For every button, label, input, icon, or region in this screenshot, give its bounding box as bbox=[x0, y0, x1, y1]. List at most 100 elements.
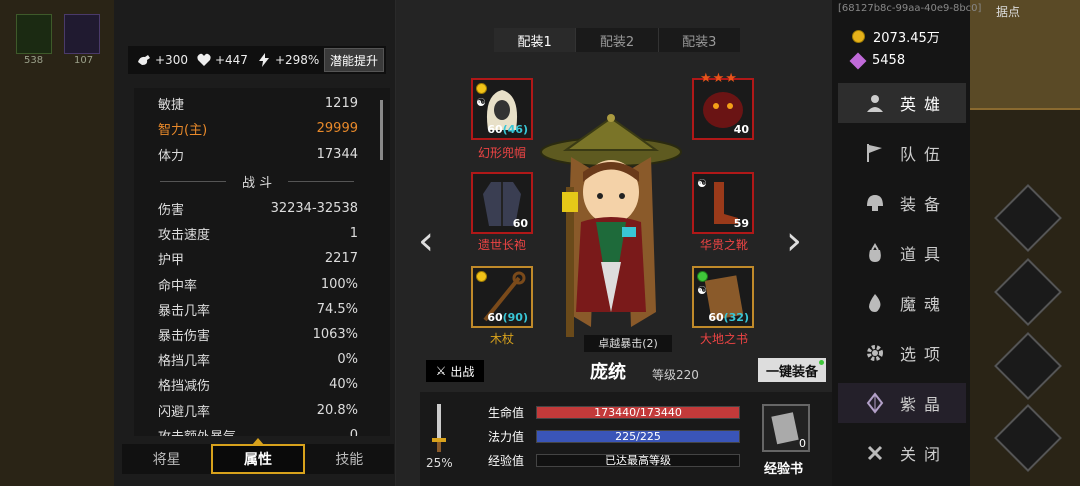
energy-value: +298% bbox=[274, 53, 320, 67]
stat-list-scrollbar[interactable] bbox=[380, 100, 383, 160]
menu-label: 队伍 bbox=[900, 145, 949, 164]
notification-dot bbox=[819, 360, 824, 365]
menu-equipment[interactable]: 装备 bbox=[838, 183, 966, 223]
potential-upgrade-button[interactable]: 潜能提升 bbox=[323, 48, 384, 72]
menu-label: 道具 bbox=[900, 245, 949, 264]
tab-attributes[interactable]: 属性 bbox=[211, 444, 305, 474]
tab-loadout-2[interactable]: 配装2 bbox=[576, 28, 659, 52]
list-icon[interactable] bbox=[994, 404, 1062, 472]
menu-label: 英雄 bbox=[900, 95, 949, 114]
quest-icon[interactable] bbox=[994, 184, 1062, 252]
gold-amount: 2073.45万 bbox=[873, 31, 940, 46]
lightning-icon bbox=[258, 53, 269, 67]
tab-loadout-3[interactable]: 配装3 bbox=[659, 28, 740, 52]
sortie-button[interactable]: ⚔ 出战 bbox=[426, 360, 484, 382]
exp-text: 已达最高等级 bbox=[605, 453, 671, 467]
hp-row: 生命值 173440/173440 bbox=[488, 404, 740, 420]
menu-hero[interactable]: 英雄 bbox=[838, 83, 966, 123]
stat-label: 闪避几率 bbox=[158, 404, 211, 420]
section-title: 战 斗 bbox=[241, 175, 273, 191]
exp-book-count: 0 bbox=[799, 437, 806, 450]
gem-amount: 5458 bbox=[872, 53, 906, 68]
stat-value: 20.8% bbox=[316, 402, 358, 418]
menu-label: 装备 bbox=[900, 195, 949, 214]
equip-slot-book[interactable]: ☯ 60(32) bbox=[692, 266, 754, 328]
stat-value: 29999 bbox=[316, 120, 358, 136]
gem-currency: 5458 bbox=[849, 52, 906, 69]
stat-value: 1219 bbox=[324, 95, 358, 111]
equip-name-book: 大地之书 bbox=[699, 332, 748, 346]
stat-label: 命中率 bbox=[158, 278, 198, 294]
stat-row-block-reduction: 格挡减伤 40% bbox=[134, 373, 370, 395]
tab-loadout-1[interactable]: 配装1 bbox=[494, 28, 577, 52]
world-slot-1[interactable] bbox=[16, 14, 52, 54]
equip-name-weapon: 木杖 bbox=[489, 332, 514, 346]
stat-value: 1063% bbox=[312, 326, 358, 342]
equip-name-armor: 遗世长袍 bbox=[477, 238, 526, 252]
star-rating-icon: ★★★ bbox=[700, 71, 738, 86]
equip-bonus: (46) bbox=[502, 123, 528, 136]
equip-slot-weapon[interactable]: 60(90) bbox=[471, 266, 533, 328]
world-slot-1-count: 538 bbox=[24, 55, 44, 66]
menu-options[interactable]: 选项 bbox=[838, 333, 966, 373]
gem-yellow-icon bbox=[476, 271, 487, 282]
menu-amethyst[interactable]: 紫晶 bbox=[838, 383, 966, 423]
hp-label: 生命值 bbox=[488, 405, 525, 420]
equip-bonus: (90) bbox=[502, 311, 528, 324]
stat-value: 32234-32538 bbox=[270, 200, 358, 216]
minimap[interactable] bbox=[968, 0, 1080, 110]
menu-label: 紫晶 bbox=[900, 395, 949, 414]
stat-row-damage: 伤害 32234-32538 bbox=[134, 197, 370, 219]
stat-value: 17344 bbox=[316, 146, 358, 162]
session-id: [68127b8c-99aa-40e9-8bc0] bbox=[838, 3, 982, 14]
gold-coin-icon bbox=[852, 30, 865, 43]
tab-skills[interactable]: 技能 bbox=[304, 444, 394, 474]
stat-label: 智力(主) bbox=[158, 122, 208, 138]
stat-label: 攻击速度 bbox=[158, 227, 211, 243]
prev-hero-chevron-icon[interactable]: ‹ bbox=[418, 218, 434, 264]
menu-items[interactable]: 道具 bbox=[838, 233, 966, 273]
equip-level: 59 bbox=[733, 217, 749, 230]
flame-icon bbox=[869, 294, 881, 312]
stat-list[interactable]: 敏捷 1219 智力(主) 29999 体力 17344 战 斗 伤害 32234… bbox=[134, 88, 390, 436]
exp-book-slot[interactable]: 0 bbox=[762, 404, 810, 452]
world-slot-2[interactable] bbox=[64, 14, 100, 54]
equip-level: 40 bbox=[733, 123, 749, 136]
friends-icon[interactable] bbox=[994, 258, 1062, 326]
next-hero-chevron-icon[interactable]: › bbox=[786, 218, 802, 264]
yinyang-icon: ☯ bbox=[697, 284, 707, 297]
stat-row-intelligence: 智力(主) 29999 bbox=[134, 117, 370, 139]
equip-slot-armor[interactable]: 60 bbox=[471, 172, 533, 234]
hero-portrait bbox=[540, 114, 682, 337]
potential-bar: +300 +447 +298% 潜能提升 bbox=[128, 46, 386, 74]
potion-icon[interactable] bbox=[994, 332, 1062, 400]
stat-label: 格挡减伤 bbox=[158, 378, 211, 394]
tab-generals[interactable]: 将星 bbox=[122, 444, 212, 474]
menu-label: 选项 bbox=[900, 345, 949, 364]
crystal-icon bbox=[866, 392, 884, 414]
menu-soul[interactable]: 魔魂 bbox=[838, 283, 966, 323]
hero-level: 等级220 bbox=[652, 368, 699, 382]
stat-row-agility: 敏捷 1219 bbox=[134, 92, 370, 114]
equip-name-helm: 幻形兜帽 bbox=[477, 146, 526, 160]
equip-all-button[interactable]: 一键装备 bbox=[758, 358, 826, 382]
hero-buff-label: 卓越暴击(2) bbox=[584, 335, 672, 352]
stat-value: 0% bbox=[337, 351, 358, 367]
attribute-tabs: 将星 属性 技能 bbox=[122, 444, 394, 474]
equip-slot-boots[interactable]: ☯ 59 bbox=[692, 172, 754, 234]
menu-team[interactable]: 队伍 bbox=[838, 133, 966, 173]
stat-row-crit-damage: 暴击伤害 1063% bbox=[134, 323, 370, 345]
close-icon bbox=[867, 445, 883, 461]
strength-stat: +300 bbox=[136, 52, 188, 68]
base-label: 据点 bbox=[996, 5, 1021, 19]
stat-label: 暴击伤害 bbox=[158, 328, 211, 344]
crossed-swords-icon: ⚔ bbox=[435, 364, 447, 378]
sword-icon bbox=[432, 404, 446, 452]
equip-level: 60 bbox=[487, 123, 503, 136]
equip-slot-mount[interactable]: ★★★ 40 bbox=[692, 71, 754, 140]
menu-close[interactable]: 关闭 bbox=[838, 433, 966, 473]
flag-icon bbox=[867, 144, 882, 162]
equip-slot-helm[interactable]: ☯ 60(46) bbox=[471, 78, 533, 140]
weapon-percent: 25% bbox=[426, 456, 453, 470]
stat-label: 攻击额外暴气 bbox=[158, 426, 236, 437]
